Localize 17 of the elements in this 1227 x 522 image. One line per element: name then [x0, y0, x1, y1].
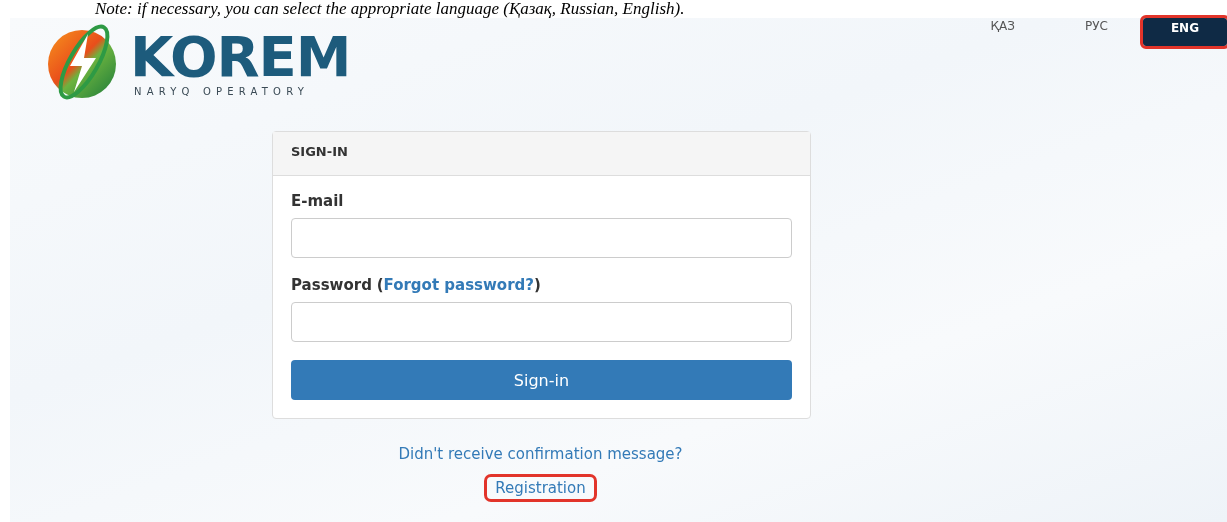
password-field[interactable] [291, 302, 792, 342]
caption-text: Note: if necessary, you can select the appropriate language (Қазақ, Russian, English). [94, 0, 686, 18]
close-parenthesis: ) [534, 276, 541, 294]
password-label: Password [291, 276, 372, 294]
text-link[interactable]: Registration [487, 477, 594, 499]
email-label: E-mail [291, 192, 345, 210]
logo-tagline: NARYQ OPERATORY [133, 85, 310, 97]
open-parenthesis: ( [376, 276, 384, 294]
text-link[interactable]: Didn't receive confirmation message? [390, 443, 691, 465]
language-tab[interactable]: ENG [1142, 18, 1227, 46]
panel-title: SIGN-IN [291, 144, 348, 159]
language-tab[interactable]: ҚАЗ [955, 18, 1050, 40]
email-field[interactable] [291, 218, 792, 258]
sign-in-button[interactable]: Sign-in [291, 360, 792, 400]
language-tab[interactable]: РУС [1049, 18, 1143, 40]
forgot-password-link[interactable]: Forgot password? [383, 276, 534, 294]
logo-wordmark: KOREM [130, 27, 351, 86]
